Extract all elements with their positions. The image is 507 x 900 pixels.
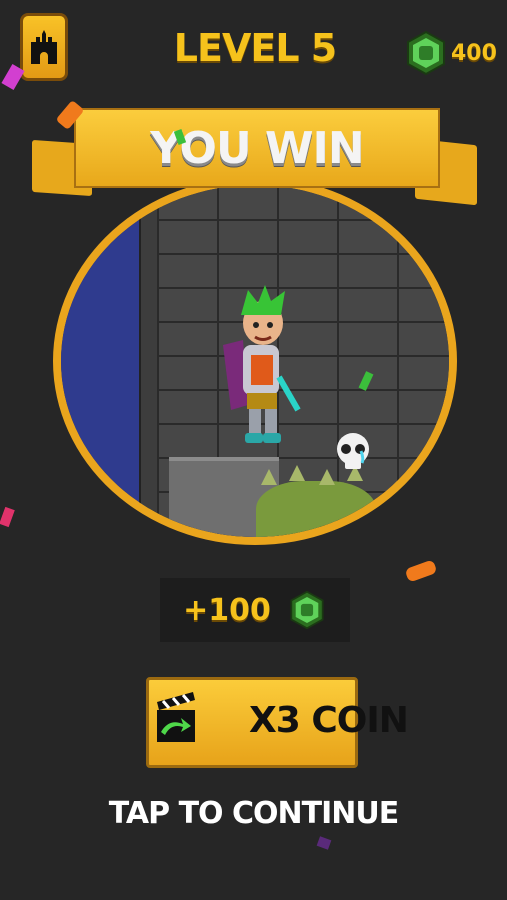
video-clapper-icon [157, 692, 195, 742]
confetti-piece [404, 559, 438, 583]
spiky-plant [256, 481, 376, 537]
plant-spike [289, 465, 305, 481]
plant-spike [261, 469, 277, 485]
home-button[interactable] [20, 13, 68, 81]
skull-icon [337, 433, 369, 469]
coin-total: 400 [451, 40, 497, 66]
confetti-piece [316, 836, 332, 850]
confetti-piece [0, 506, 15, 528]
gem-coin-icon [290, 590, 324, 630]
gem-coin-icon [407, 30, 445, 76]
castle-icon [31, 30, 57, 64]
coin-counter: 400 [403, 30, 497, 76]
reward-box: +100 [160, 578, 350, 642]
night-sky [61, 185, 146, 537]
level-scene [53, 177, 457, 545]
x3-coin-label: X3 COIN [249, 700, 409, 741]
hero-character [223, 285, 301, 443]
tap-to-continue[interactable]: TAP TO CONTINUE [0, 796, 507, 831]
banner-title: YOU WIN [150, 122, 364, 174]
reward-amount: +100 [183, 592, 271, 628]
level-title: LEVEL 5 [173, 26, 337, 70]
x3-coin-button[interactable]: X3 COIN [146, 677, 409, 768]
win-banner: YOU WIN [74, 108, 440, 188]
